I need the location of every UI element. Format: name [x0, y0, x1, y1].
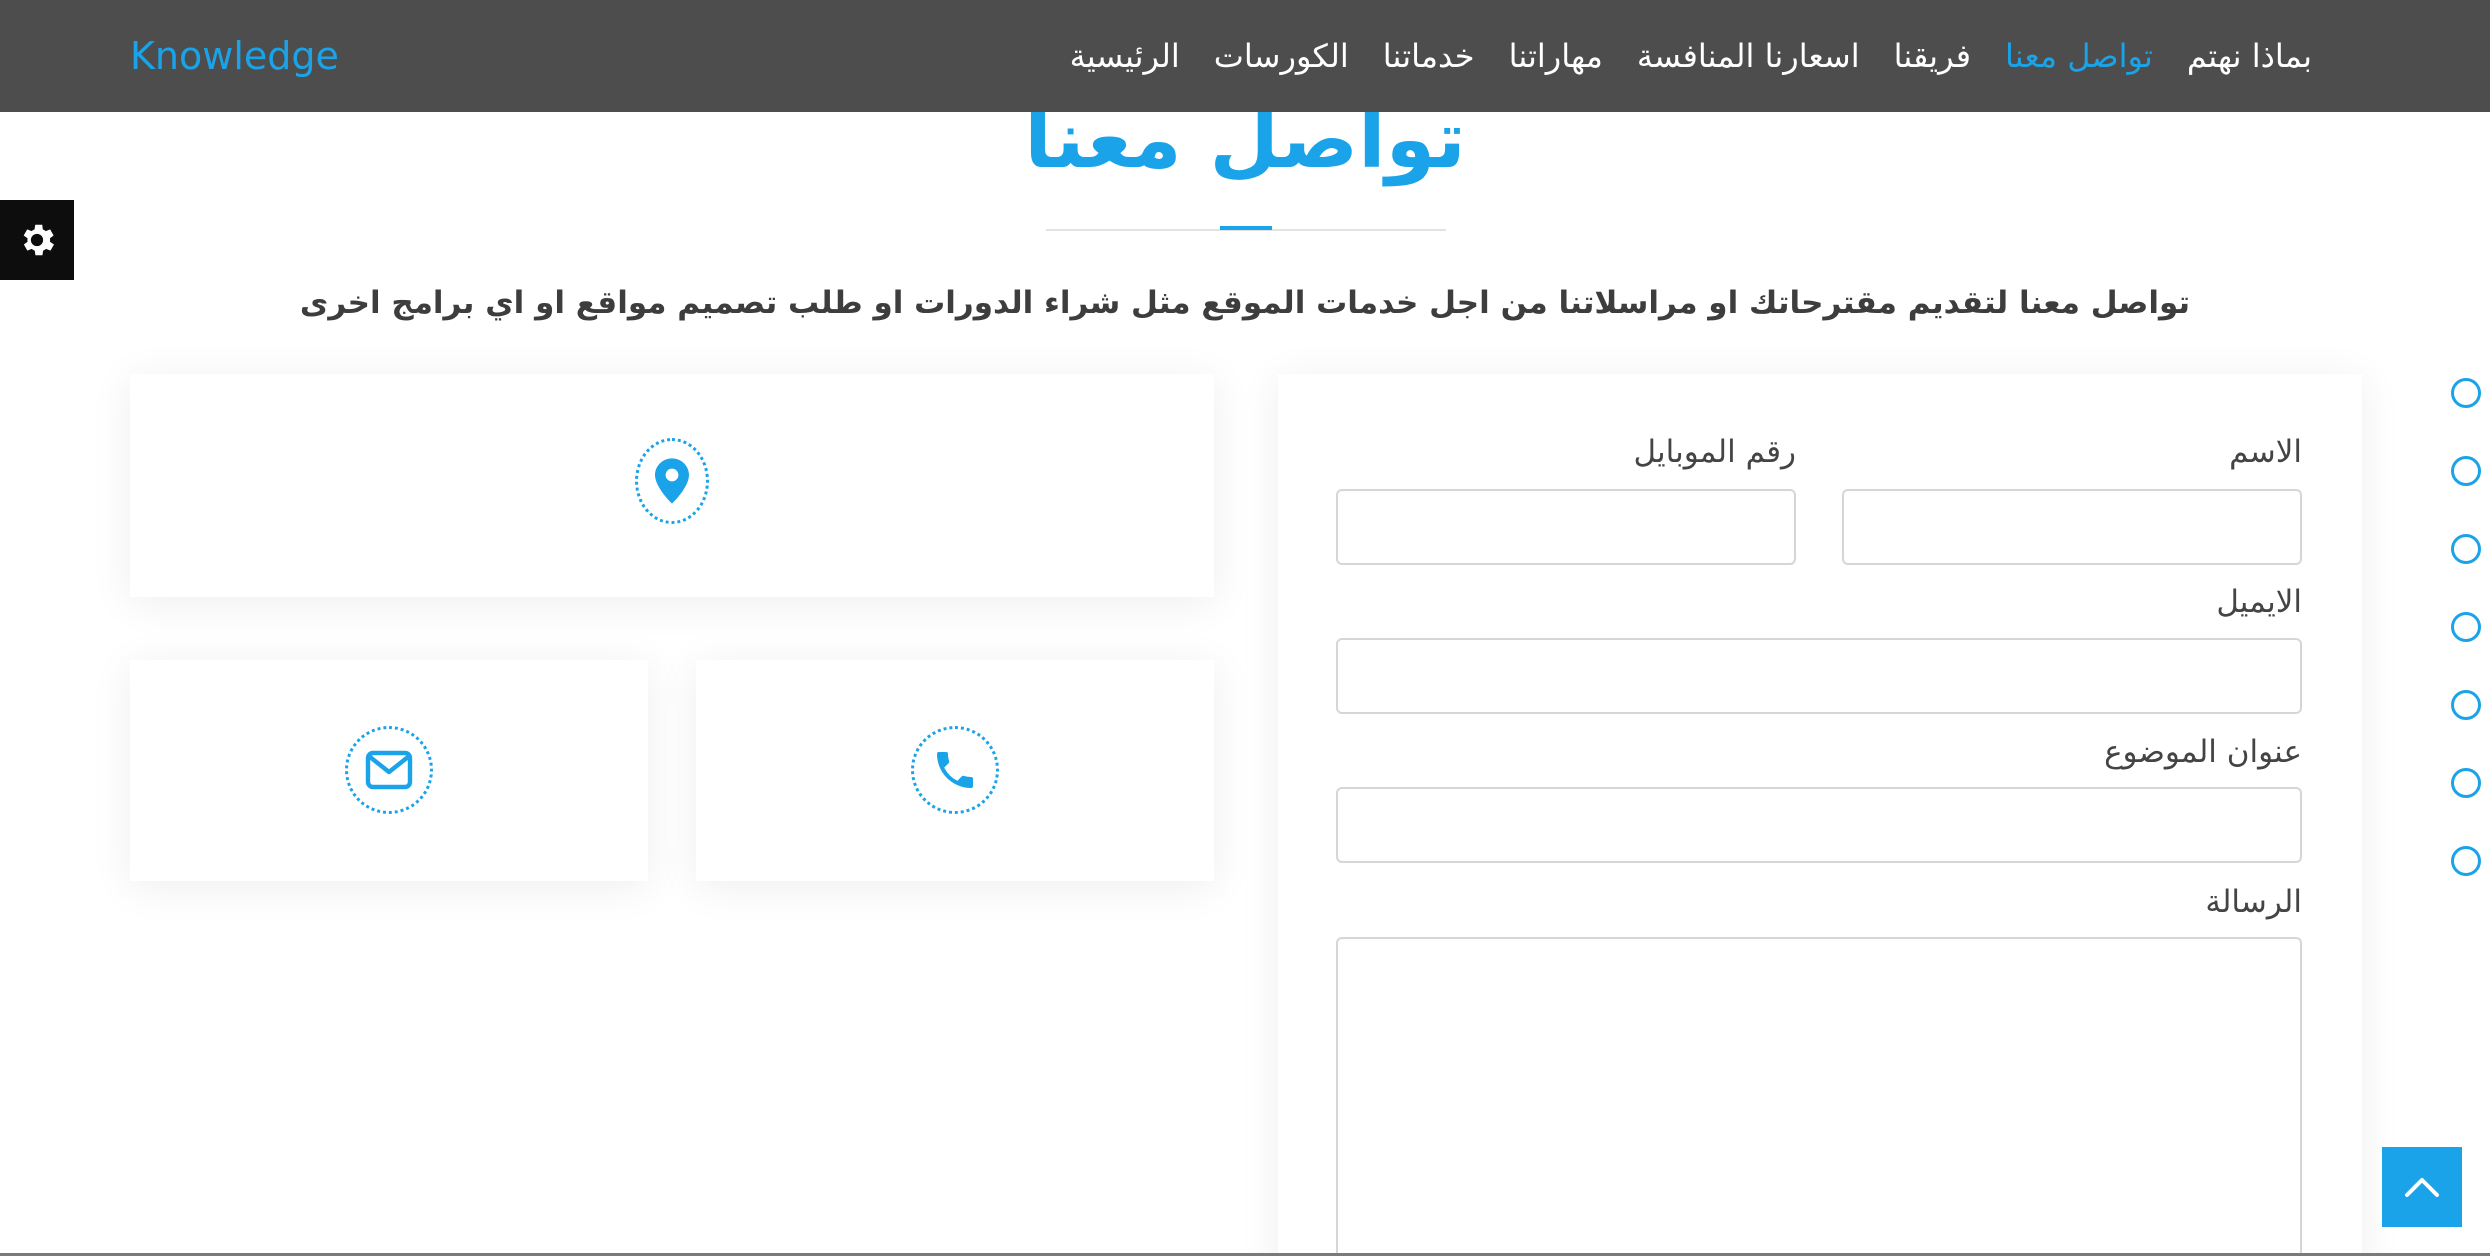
navbar: Knowledge الرئيسية الكورسات خدماتنا مهار…	[0, 0, 2490, 112]
gear-icon	[23, 224, 54, 256]
phone-card	[696, 660, 1214, 881]
message-label: الرسالة	[2205, 884, 2302, 920]
nav-item-courses[interactable]: الكورسات	[1214, 30, 1349, 82]
section-dot[interactable]	[2451, 612, 2481, 642]
title-accent-bar	[1220, 226, 1272, 230]
email-field[interactable]	[1336, 638, 2302, 714]
chevron-up-icon	[2405, 1178, 2439, 1197]
section-dot[interactable]	[2451, 534, 2481, 564]
map-marker-icon	[655, 458, 689, 504]
section-dot[interactable]	[2451, 768, 2481, 798]
name-label: الاسم	[2229, 434, 2302, 470]
email-label: الايميل	[2216, 584, 2302, 620]
nav-menu: الرئيسية الكورسات خدماتنا مهاراتنا اسعار…	[1070, 30, 2312, 82]
address-card	[130, 374, 1214, 597]
section-subtitle: تواصل معنا لتقديم مقترحاتك او مراسلاتنا …	[299, 285, 2191, 321]
nav-item-skills[interactable]: مهاراتنا	[1509, 30, 1603, 82]
name-field[interactable]	[1842, 489, 2302, 565]
subject-field[interactable]	[1336, 787, 2302, 863]
mobile-field[interactable]	[1336, 489, 1796, 565]
nav-item-about[interactable]: بماذا نهتم	[2187, 30, 2312, 82]
section-dot[interactable]	[2451, 456, 2481, 486]
section-dots-nav	[2451, 378, 2481, 876]
brand-logo[interactable]: Knowledge	[130, 28, 339, 84]
email-icon-badge	[345, 726, 433, 814]
nav-item-home[interactable]: الرئيسية	[1070, 30, 1180, 82]
contact-form: الاسم رقم الموبايل الايميل عنوان الموضوع…	[1278, 374, 2362, 1256]
back-to-top-button[interactable]	[2382, 1147, 2462, 1227]
nav-item-team[interactable]: فريقنا	[1894, 30, 1971, 82]
message-field[interactable]	[1336, 937, 2302, 1256]
section-dot[interactable]	[2451, 846, 2481, 876]
mobile-label: رقم الموبايل	[1633, 434, 1796, 470]
section-dot[interactable]	[2451, 378, 2481, 408]
address-icon-badge	[635, 438, 709, 524]
subject-label: عنوان الموضوع	[2104, 734, 2302, 770]
email-card	[130, 660, 648, 881]
envelope-icon	[365, 750, 413, 790]
nav-item-services[interactable]: خدماتنا	[1383, 30, 1475, 82]
nav-item-pricing[interactable]: اسعارنا المنافسة	[1637, 30, 1860, 82]
section-dot[interactable]	[2451, 690, 2481, 720]
nav-item-contact[interactable]: تواصل معنا	[2005, 30, 2153, 82]
page: Knowledge الرئيسية الكورسات خدماتنا مهار…	[0, 0, 2490, 1256]
phone-icon-badge	[911, 726, 999, 814]
settings-toggle[interactable]	[0, 200, 74, 280]
phone-icon	[937, 752, 973, 788]
